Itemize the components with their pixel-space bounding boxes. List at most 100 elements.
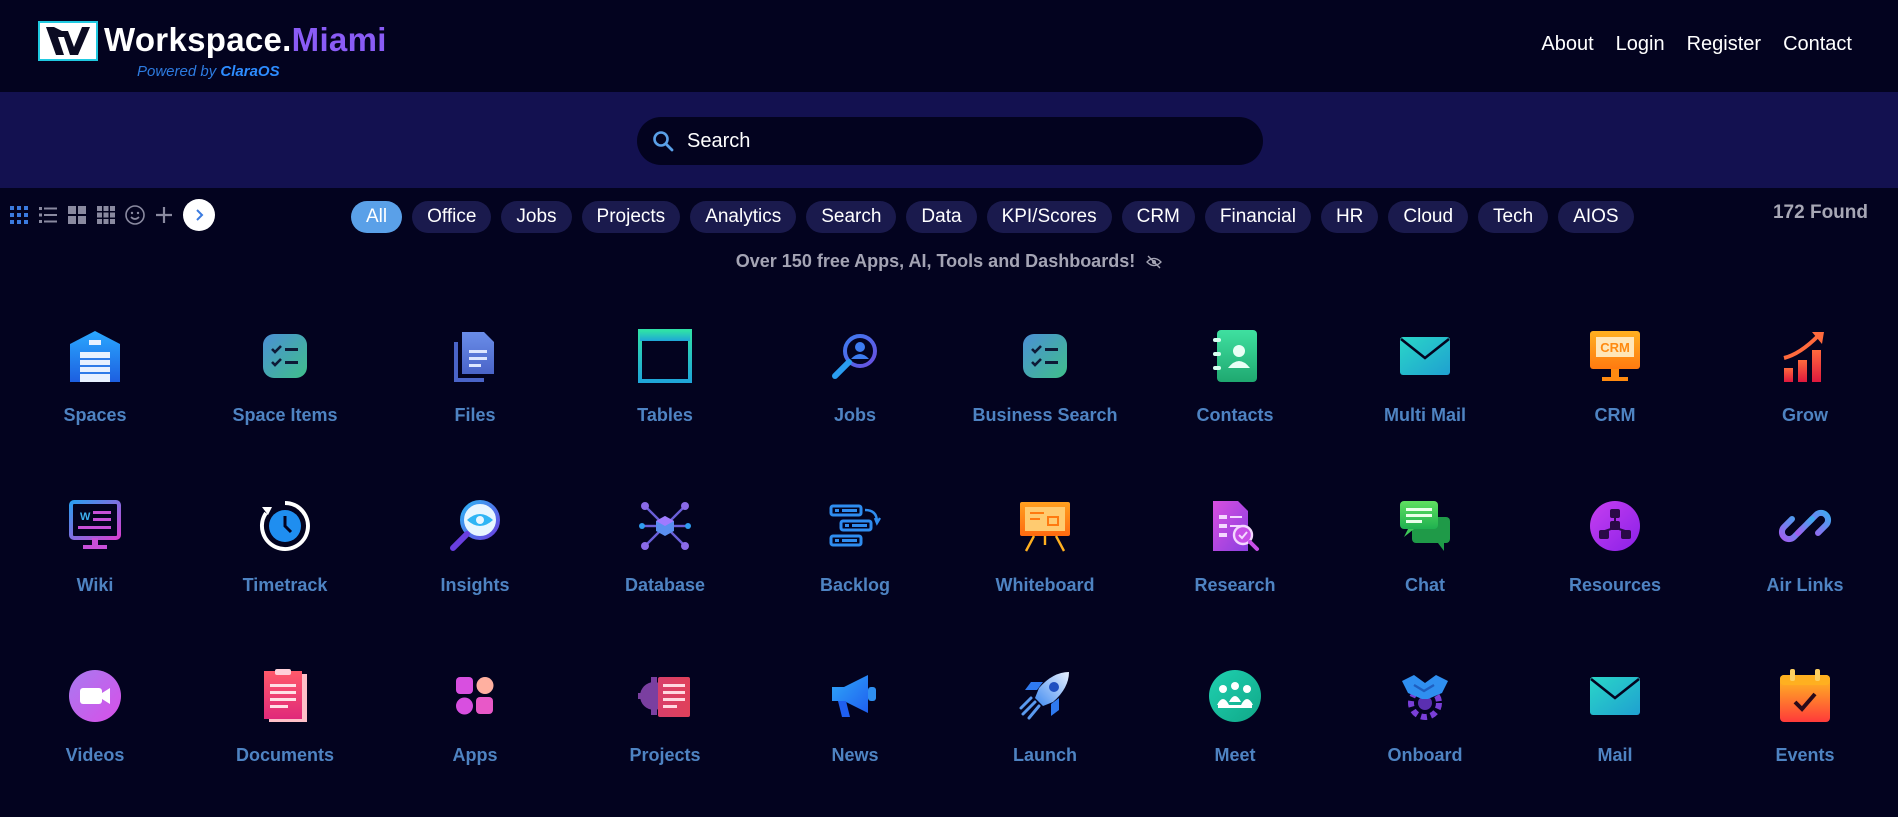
growth-chart-icon xyxy=(1775,326,1835,386)
app-label: Events xyxy=(1775,745,1835,765)
app-tile-files[interactable]: Files xyxy=(380,326,570,496)
filter-search[interactable]: Search xyxy=(806,201,897,233)
contacts-book-icon xyxy=(1205,326,1265,386)
app-tile-wiki[interactable]: W Wiki xyxy=(0,496,190,666)
app-tile-contacts[interactable]: Contacts xyxy=(1140,326,1330,496)
app-tile-space-items[interactable]: Space Items xyxy=(190,326,380,496)
app-tile-database[interactable]: Database xyxy=(570,496,760,666)
table-icon xyxy=(635,326,695,386)
app-tile-onboard[interactable]: Onboard xyxy=(1330,666,1520,817)
app-tile-events[interactable]: Events xyxy=(1710,666,1898,817)
app-tile-chat[interactable]: Chat xyxy=(1330,496,1520,666)
app-tile-grow[interactable]: Grow xyxy=(1710,326,1898,496)
app-tile-jobs[interactable]: Jobs xyxy=(760,326,950,496)
database-nodes-icon xyxy=(635,496,695,556)
app-tile-business-search[interactable]: Business Search xyxy=(950,326,1140,496)
filter-office[interactable]: Office xyxy=(412,201,492,233)
view-toolbar xyxy=(8,199,215,231)
tagline: Over 150 free Apps, AI, Tools and Dashbo… xyxy=(0,251,1898,272)
filter-kpi-scores[interactable]: KPI/Scores xyxy=(986,201,1112,233)
app-label: Whiteboard xyxy=(995,575,1095,595)
search-input[interactable] xyxy=(687,129,1263,153)
powered-brand[interactable]: ClaraOS xyxy=(220,63,279,80)
svg-text:CRM: CRM xyxy=(1600,340,1630,355)
filter-projects[interactable]: Projects xyxy=(581,201,681,233)
app-tile-timetrack[interactable]: Timetrack xyxy=(190,496,380,666)
filter-aios[interactable]: AIOS xyxy=(1558,201,1634,233)
clock-icon xyxy=(255,496,315,556)
app-tile-mail[interactable]: Mail xyxy=(1520,666,1710,817)
grid-view-icon[interactable] xyxy=(8,204,30,226)
app-tile-meet[interactable]: Meet xyxy=(1140,666,1330,817)
app-label: Onboard xyxy=(1387,745,1463,765)
app-tile-insights[interactable]: Insights xyxy=(380,496,570,666)
list-view-icon[interactable] xyxy=(37,204,59,226)
app-label: Insights xyxy=(440,575,510,595)
app-tile-backlog[interactable]: Backlog xyxy=(760,496,950,666)
magnifier-eye-icon xyxy=(445,496,505,556)
filter-crm[interactable]: CRM xyxy=(1121,201,1195,233)
filter-data[interactable]: Data xyxy=(906,201,977,233)
filter-financial[interactable]: Financial xyxy=(1204,201,1311,233)
large-grid-icon[interactable] xyxy=(66,204,88,226)
app-label: Videos xyxy=(65,745,125,765)
app-label: Apps xyxy=(452,745,498,765)
small-grid-icon[interactable] xyxy=(95,204,117,226)
smiley-icon[interactable] xyxy=(124,204,146,226)
app-tile-crm[interactable]: CRM CRM xyxy=(1520,326,1710,496)
nav-contact[interactable]: Contact xyxy=(1783,33,1852,56)
app-tile-news[interactable]: News xyxy=(760,666,950,817)
backlog-list-icon xyxy=(825,496,885,556)
filter-analytics[interactable]: Analytics xyxy=(690,201,797,233)
svg-text:W: W xyxy=(80,511,91,523)
eye-off-icon[interactable] xyxy=(1146,255,1163,269)
clipboard-doc-icon xyxy=(255,666,315,726)
app-label: Space Items xyxy=(232,405,338,425)
handshake-gear-icon xyxy=(1395,666,1455,726)
chat-bubbles-icon xyxy=(1395,496,1455,556)
app-label: Launch xyxy=(1012,745,1077,765)
app-tile-whiteboard[interactable]: Whiteboard xyxy=(950,496,1140,666)
app-tile-tables[interactable]: Tables xyxy=(570,326,760,496)
logo-wordmark[interactable]: Workspace.Miami xyxy=(104,20,387,60)
app-tile-videos[interactable]: Videos xyxy=(0,666,190,817)
nav-login[interactable]: Login xyxy=(1616,33,1665,56)
meeting-people-icon xyxy=(1205,666,1265,726)
filter-all[interactable]: All xyxy=(351,201,403,233)
nav-about[interactable]: About xyxy=(1541,33,1593,56)
filter-hr[interactable]: HR xyxy=(1320,201,1379,233)
app-grid: Spaces Space Items Files Tables Jobs Bus… xyxy=(0,326,1898,817)
filter-cloud[interactable]: Cloud xyxy=(1388,201,1469,233)
powered-prefix: Powered by xyxy=(137,63,217,80)
top-nav: About Login Register Contact xyxy=(1541,33,1852,56)
app-tile-apps[interactable]: Apps xyxy=(380,666,570,817)
logo-wordmark-part2: Miami xyxy=(291,21,387,58)
filter-tech[interactable]: Tech xyxy=(1478,201,1549,233)
app-tile-research[interactable]: Research xyxy=(1140,496,1330,666)
app-tile-resources[interactable]: Resources xyxy=(1520,496,1710,666)
nav-register[interactable]: Register xyxy=(1687,33,1761,56)
app-label: Resources xyxy=(1568,575,1662,595)
app-tile-projects[interactable]: Projects xyxy=(570,666,760,817)
wiki-monitor-icon: W xyxy=(65,496,125,556)
app-tile-multi-mail[interactable]: Multi Mail xyxy=(1330,326,1520,496)
checklist-icon xyxy=(255,326,315,386)
app-label: Research xyxy=(1194,575,1276,595)
next-arrow-button[interactable] xyxy=(183,199,215,231)
search-box[interactable] xyxy=(637,117,1263,165)
logo-wordmark-part1: Workspace. xyxy=(104,21,292,58)
app-label: CRM xyxy=(1594,405,1636,425)
app-tile-spaces[interactable]: Spaces xyxy=(0,326,190,496)
whiteboard-icon xyxy=(1015,496,1075,556)
app-tile-air-links[interactable]: Air Links xyxy=(1710,496,1898,666)
add-icon[interactable] xyxy=(153,204,175,226)
app-label: Spaces xyxy=(63,405,127,425)
filter-jobs[interactable]: Jobs xyxy=(501,201,572,233)
app-tile-documents[interactable]: Documents xyxy=(190,666,380,817)
app-label: Meet xyxy=(1214,745,1256,765)
logo-icon[interactable] xyxy=(38,21,98,61)
app-label: Business Search xyxy=(972,405,1118,425)
app-label: Backlog xyxy=(819,575,891,595)
app-tile-launch[interactable]: Launch xyxy=(950,666,1140,817)
envelope-icon xyxy=(1395,326,1455,386)
